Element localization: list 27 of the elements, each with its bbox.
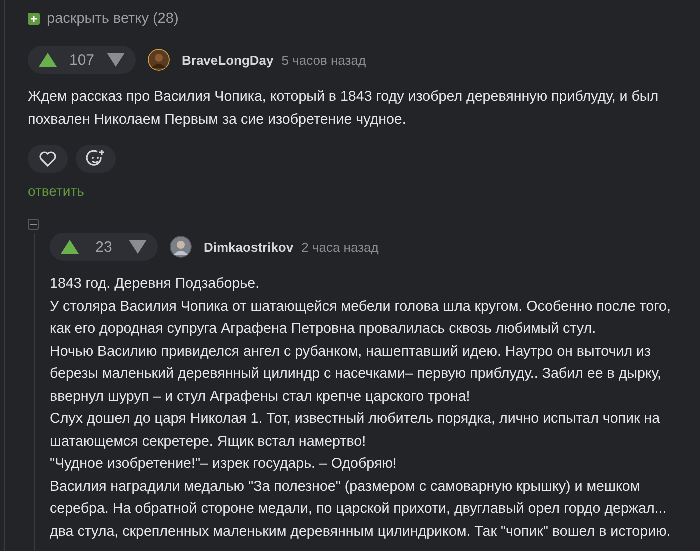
comment-time: 5 часов назад [282, 52, 366, 68]
comment-paragraph: Василия наградили медалью "За полезное" (размером с самоварную крышку) и мешком серебра. На обратной стороне медали, по царской прихоти, двуглавый орел гордо держал... два стула, скрепленных маленьким деревянным цилиндриком. Так "чопик" вошел в историю. [50, 478, 672, 542]
upvote-button[interactable] [38, 52, 58, 68]
upvote-button[interactable] [60, 239, 80, 255]
comment-paragraph: У столяра Василия Чопика от шатающейся мебели голова шла кругом. Особенно после того, как его дородная супруга Аграфена Петровна провалилась сквозь любимый стул. [50, 298, 672, 339]
comment-paragraph: Ждем рассказ про Василия Чопика, который в 1843 году изобрел деревянную приблуду, и был похвален Николаем Первым за сие изобретение чудное. [28, 88, 660, 130]
comment-time: 2 часа назад [302, 240, 379, 254]
downvote-button[interactable] [106, 52, 126, 68]
author-name[interactable]: BraveLongDay [182, 52, 274, 68]
comment-paragraph: Слух дошел до царя Николая 1. Тот, известный любитель порядка, лично испытал чопик на шатающемся секретере. Ящик встал намертво! [50, 410, 662, 452]
collapse-button[interactable] [28, 219, 39, 230]
comment-paragraph: "Чудное изобретение!"– изрек государь. – Одобряю! [50, 455, 398, 474]
rating-count: 23 [94, 238, 114, 256]
plus-icon [28, 13, 40, 25]
like-button[interactable] [28, 145, 68, 173]
author-name[interactable]: Dimkaostrikov [204, 240, 294, 254]
heart-icon [39, 151, 57, 167]
downvote-button[interactable] [128, 239, 148, 255]
rating-count: 107 [68, 52, 96, 68]
avatar-icon[interactable] [148, 49, 170, 71]
reply-link[interactable]: ответить [28, 183, 84, 199]
comment-paragraph: 1843 год. Деревня Подзаборье. [50, 275, 261, 294]
expand-branch-button[interactable]: раскрыть ветку (28) [28, 0, 185, 28]
avatar-icon[interactable] [170, 236, 192, 258]
reaction-button[interactable] [76, 145, 116, 173]
comment-paragraph: Ночью Василию привиделся ангел с рубанком, нашептавший идею. Наутро он выточил из березы маленький деревянный цилиндр с насечками– первую приблуду.. Забил ее в дырку, ввернул шуруп – и стул Аграфены стал крепче царского трона! [50, 342, 663, 406]
smiley-add-icon [86, 149, 106, 169]
